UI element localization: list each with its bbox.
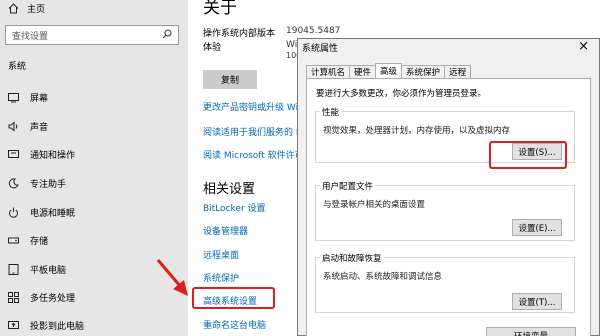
user-profiles-title: 用户配置文件: [320, 180, 376, 192]
tab-system-protection[interactable]: 系统保护: [401, 65, 446, 78]
dialog-tabs: 计算机名 硬件 高级 系统保护 远程: [306, 63, 472, 78]
close-icon[interactable]: ×: [578, 39, 589, 54]
environment-variables-button[interactable]: 环境变量: [486, 327, 576, 336]
dialog-title: 系统属性: [302, 44, 339, 54]
user-profiles-settings-button[interactable]: 设置(E)...: [512, 219, 562, 236]
advanced-tab-panel: 要进行大多数更改，你必须作为管理员登录。 性能 视觉效果，处理器计划，内存使用，…: [306, 78, 591, 336]
startup-recovery-group: 启动和故障恢复 系统启动、系统故障和调试信息 设置(T)...: [315, 252, 575, 313]
startup-recovery-desc: 系统启动、系统故障和调试信息: [323, 272, 443, 282]
arrow-to-advanced-settings: [156, 259, 188, 296]
highlight-box-performance-settings: [489, 141, 567, 169]
startup-recovery-title: 启动和故障恢复: [320, 252, 384, 264]
tab-computer-name[interactable]: 计算机名: [306, 65, 351, 78]
system-properties-dialog: 系统属性 × 计算机名 硬件 高级 系统保护 远程 要进行大多数更改，你必须作为…: [297, 38, 600, 336]
performance-title: 性能: [320, 106, 342, 118]
tab-hardware[interactable]: 硬件: [349, 65, 377, 78]
performance-desc: 视觉效果，处理器计划，内存使用，以及虚拟内存: [323, 126, 511, 136]
startup-recovery-settings-button[interactable]: 设置(T)...: [512, 293, 562, 310]
admin-note: 要进行大多数更改，你必须作为管理员登录。: [316, 89, 487, 99]
tab-advanced[interactable]: 高级: [375, 63, 403, 78]
tab-remote[interactable]: 远程: [444, 65, 472, 78]
user-profiles-desc: 与登录帐户相关的桌面设置: [323, 200, 426, 210]
user-profiles-group: 用户配置文件 与登录帐户相关的桌面设置 设置(E)...: [315, 180, 575, 241]
